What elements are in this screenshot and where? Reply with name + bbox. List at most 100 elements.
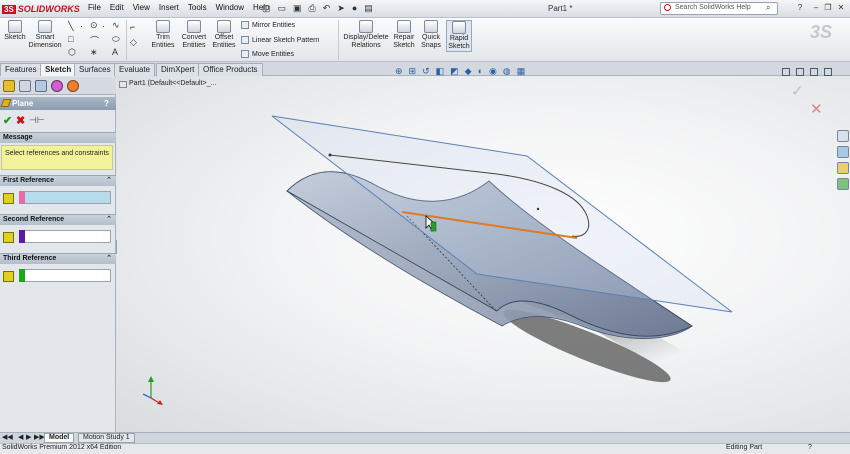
rapid-sketch-button[interactable]: Rapid Sketch: [446, 20, 472, 52]
fillet-icon[interactable]: ⌐: [130, 22, 135, 32]
search-logo-icon: [664, 4, 671, 11]
tab-model[interactable]: Model: [44, 433, 75, 443]
solidworks-logo[interactable]: 3S SOLIDWORKS: [2, 2, 80, 16]
sketch-button[interactable]: Sketch: [4, 20, 26, 42]
scroll-next-icon[interactable]: ▶: [26, 433, 31, 441]
scroll-prev-icon[interactable]: ◀: [18, 433, 23, 441]
cancel-x-icon[interactable]: ✖: [16, 114, 25, 127]
offset-entities-button[interactable]: Offset Entities: [211, 20, 237, 50]
first-reference-section-header[interactable]: First Reference ⌃: [0, 175, 116, 186]
third-reference-section-header[interactable]: Third Reference ⌃: [0, 253, 116, 264]
part-icon[interactable]: [119, 81, 127, 88]
menu-insert[interactable]: Insert: [159, 3, 179, 12]
viewport-tile-icon[interactable]: [810, 68, 818, 76]
zoom-to-fit-icon[interactable]: ⊕: [395, 66, 403, 77]
restore-icon[interactable]: ❐: [823, 3, 833, 13]
second-reference-section-header[interactable]: Second Reference ⌃: [0, 214, 116, 225]
plane-icon[interactable]: ◇: [130, 37, 137, 48]
ellipse-icon[interactable]: ⬭: [112, 34, 120, 45]
configuration-icon[interactable]: [35, 80, 47, 92]
tab-sketch[interactable]: Sketch: [40, 63, 77, 76]
design-library-icon[interactable]: [837, 146, 849, 158]
rectangle-icon[interactable]: □: [68, 34, 73, 44]
confirm-corner-ok-icon[interactable]: ✓: [791, 82, 804, 100]
edit-appearance-icon[interactable]: ◉: [489, 66, 497, 77]
save-icon[interactable]: ▣: [293, 3, 302, 14]
trim-entities-button[interactable]: Trim Entities: [150, 20, 176, 50]
solidworks-resources-icon[interactable]: [837, 130, 849, 142]
viewport-minimize-icon[interactable]: [782, 68, 790, 76]
logo-text: SOLIDWORKS: [17, 4, 80, 14]
circle-icon[interactable]: ⊙: [90, 20, 98, 31]
select-arrow-icon[interactable]: ➤: [337, 3, 345, 14]
viewport-restore-icon[interactable]: [796, 68, 804, 76]
options-icon[interactable]: ▤: [364, 3, 373, 14]
pushpin-icon[interactable]: ⊣⊢: [29, 115, 45, 126]
search-icon[interactable]: ⌕: [766, 3, 770, 13]
third-reference-field[interactable]: [19, 269, 111, 282]
tab-features[interactable]: Features: [0, 63, 42, 76]
line-icon[interactable]: ╲: [68, 21, 73, 32]
tab-evaluate[interactable]: Evaluate: [114, 63, 156, 76]
view-settings-icon[interactable]: ▦: [517, 66, 526, 77]
undo-icon[interactable]: ↶: [323, 3, 331, 14]
second-reference-field[interactable]: [19, 230, 111, 243]
menu-tools[interactable]: Tools: [188, 3, 207, 12]
quick-snaps-button[interactable]: Quick Snaps: [419, 20, 443, 50]
confirm-corner-cancel-icon[interactable]: ✕: [810, 100, 823, 118]
text-icon[interactable]: A: [112, 47, 118, 57]
sketch-point[interactable]: [536, 207, 540, 211]
minimize-icon[interactable]: –: [811, 3, 821, 13]
apply-scene-icon[interactable]: ◍: [503, 66, 511, 77]
viewport-close-icon[interactable]: [824, 68, 832, 76]
help-icon[interactable]: ?: [104, 99, 109, 108]
arc-icon[interactable]: ⌒: [90, 34, 99, 47]
display-delete-relations-button[interactable]: Display/Delete Relations: [342, 20, 390, 50]
first-reference-field[interactable]: [19, 191, 111, 204]
help-dropdown-icon[interactable]: ?: [795, 3, 805, 13]
convert-entities-button[interactable]: Convert Entities: [178, 20, 210, 50]
section-view-icon[interactable]: ◧: [436, 66, 445, 77]
message-section-header[interactable]: Message: [0, 132, 116, 143]
polygon-icon[interactable]: ⬡: [68, 47, 76, 58]
feature-tree-icon[interactable]: [3, 80, 15, 92]
scroll-first-icon[interactable]: ◀◀: [2, 433, 13, 441]
tab-office-products[interactable]: Office Products: [198, 63, 263, 76]
hide-show-icon[interactable]: ◐: [478, 66, 483, 77]
file-explorer-icon[interactable]: [837, 162, 849, 174]
menu-window[interactable]: Window: [216, 3, 244, 12]
dimxpert-icon[interactable]: [51, 80, 63, 92]
tab-motion-study-1[interactable]: Motion Study 1: [78, 433, 135, 443]
menu-view[interactable]: View: [133, 3, 150, 12]
sketch-point[interactable]: [328, 153, 332, 157]
display-manager-icon[interactable]: [67, 80, 79, 92]
point-icon[interactable]: ∗: [90, 47, 98, 58]
rebuild-icon[interactable]: ●: [352, 3, 357, 14]
close-icon[interactable]: ✕: [836, 3, 846, 13]
menu-edit[interactable]: Edit: [110, 3, 124, 12]
new-document-icon[interactable]: ▢: [262, 3, 271, 14]
tab-dimxpert[interactable]: DimXpert: [156, 63, 200, 76]
repair-sketch-button[interactable]: Repair Sketch: [392, 20, 416, 50]
print-icon[interactable]: ⎙: [309, 3, 316, 14]
previous-view-icon[interactable]: ↺: [422, 66, 430, 77]
dropdown-icon[interactable]: ·: [80, 21, 83, 31]
appearances-icon[interactable]: [837, 178, 849, 190]
ok-check-icon[interactable]: ✔: [3, 114, 12, 127]
smart-dimension-button[interactable]: Smart Dimension: [28, 20, 62, 50]
search-input[interactable]: Search SolidWorks Help: [660, 2, 778, 15]
linear-sketch-pattern-button[interactable]: Linear Sketch Pattern: [241, 36, 319, 44]
property-manager-icon[interactable]: [19, 80, 31, 92]
menu-file[interactable]: File: [88, 3, 101, 12]
mirror-entities-button[interactable]: Mirror Entities: [241, 21, 295, 29]
tab-surfaces[interactable]: Surfaces: [74, 63, 116, 76]
zoom-area-icon[interactable]: ⊞: [409, 66, 417, 77]
display-style-icon[interactable]: ◆: [465, 66, 472, 77]
open-folder-icon[interactable]: ▭: [278, 3, 287, 14]
feature-tree-root[interactable]: Part1 (Default<<Default>_...: [129, 80, 216, 87]
view-orientation-icon[interactable]: ◩: [450, 66, 459, 77]
spline-icon[interactable]: ∿: [112, 20, 120, 31]
status-help-icon[interactable]: ?: [808, 444, 812, 451]
move-entities-button[interactable]: Move Entities: [241, 50, 294, 58]
dropdown-icon[interactable]: ·: [102, 21, 105, 31]
